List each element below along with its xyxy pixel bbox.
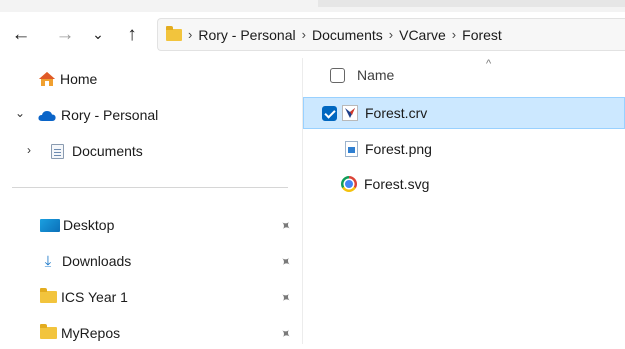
chevron-down-icon: ⌄ <box>92 26 104 42</box>
image-file-icon <box>345 141 358 157</box>
up-arrow-icon: ↑ <box>127 23 137 45</box>
row-checkbox[interactable] <box>322 105 337 121</box>
file-name: Forest.svg <box>364 176 430 192</box>
nav-divider <box>12 187 288 188</box>
breadcrumb-vcarve[interactable]: VCarve <box>399 27 446 43</box>
pin-icon[interactable]: ✦ <box>276 216 295 235</box>
chrome-icon <box>341 176 357 192</box>
file-name: Forest.png <box>365 141 432 157</box>
chevron-down-icon[interactable]: ⌄ <box>15 106 25 120</box>
select-all-checkbox[interactable] <box>330 67 345 83</box>
sidebar-item-home[interactable]: Home <box>38 63 97 95</box>
sidebar-item-label: Rory - Personal <box>61 107 159 123</box>
desktop-icon <box>40 218 60 232</box>
forward-arrow-icon: → <box>55 23 75 45</box>
breadcrumb-rory-personal[interactable]: Rory - Personal <box>198 27 295 43</box>
home-icon <box>38 71 56 87</box>
vcarve-file-icon <box>342 105 358 121</box>
documents-icon <box>51 143 64 159</box>
pin-icon[interactable]: ✦ <box>276 252 295 271</box>
breadcrumb-separator[interactable]: › <box>452 27 456 42</box>
column-name-label: Name <box>357 67 395 83</box>
address-bar[interactable]: › Rory - Personal › Documents › VCarve ›… <box>157 18 625 51</box>
breadcrumb-separator: › <box>188 27 193 42</box>
breadcrumb-separator[interactable]: › <box>302 27 306 42</box>
sidebar-item-label: MyRepos <box>61 325 121 341</box>
sidebar-item-rory-personal[interactable]: ⌄ Rory - Personal <box>15 99 158 131</box>
up-button[interactable]: ↑ <box>120 22 144 46</box>
file-row-forest-png[interactable]: Forest.png <box>303 133 625 165</box>
recent-locations-button[interactable]: ⌄ <box>86 22 110 46</box>
sort-ascending-icon: ^ <box>486 58 492 70</box>
sidebar-item-downloads[interactable]: ⤓ Downloads <box>40 245 132 277</box>
sidebar-item-ics-year-1[interactable]: ICS Year 1 <box>40 281 128 313</box>
file-name: Forest.crv <box>365 105 428 121</box>
forward-button[interactable]: → <box>53 22 77 46</box>
back-button[interactable]: ← <box>9 22 33 46</box>
sidebar-item-documents[interactable]: › Documents <box>27 135 143 167</box>
download-icon: ⤓ <box>44 252 52 270</box>
sidebar-item-label: Home <box>60 71 98 87</box>
sidebar-item-myrepos[interactable]: MyRepos <box>40 317 120 349</box>
pin-icon[interactable]: ✦ <box>276 324 295 343</box>
sidebar-item-label: Desktop <box>63 217 115 233</box>
sidebar-item-label: Downloads <box>62 253 132 269</box>
top-shade <box>318 0 625 7</box>
folder-icon <box>166 25 182 41</box>
sidebar-item-label: Documents <box>72 143 143 159</box>
folder-icon <box>40 324 57 339</box>
onedrive-cloud-icon <box>38 109 56 121</box>
sidebar-item-label: ICS Year 1 <box>61 289 128 305</box>
window-top-strip <box>0 0 625 12</box>
column-header-name[interactable]: Name ^ <box>303 58 625 92</box>
breadcrumb-documents[interactable]: Documents <box>312 27 383 43</box>
chevron-right-icon[interactable]: › <box>27 143 31 157</box>
file-row-forest-svg[interactable]: Forest.svg <box>303 168 625 200</box>
file-list: Name ^ Forest.crv Forest.png Forest.svg <box>303 58 625 344</box>
navigation-bar: ← → ⌄ ↑ › Rory - Personal › Documents › … <box>0 12 625 58</box>
folder-icon <box>40 288 57 303</box>
pin-icon[interactable]: ✦ <box>276 288 295 307</box>
file-row-forest-crv[interactable]: Forest.crv <box>303 97 625 129</box>
navigation-pane: Home ⌄ Rory - Personal › Documents Deskt… <box>0 58 302 344</box>
breadcrumb-separator[interactable]: › <box>389 27 393 42</box>
sidebar-item-desktop[interactable]: Desktop <box>40 209 114 241</box>
breadcrumb-forest[interactable]: Forest <box>462 27 502 43</box>
back-arrow-icon: ← <box>11 23 31 45</box>
